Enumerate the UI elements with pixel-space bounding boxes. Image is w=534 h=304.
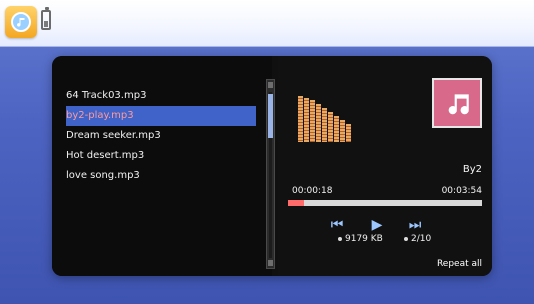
bullet-icon — [338, 236, 342, 241]
playlist-item[interactable]: love song.mp3 — [66, 166, 256, 186]
file-size-value: 9179 KB — [345, 234, 383, 244]
scroll-thumb[interactable] — [268, 94, 273, 138]
top-bar — [0, 0, 534, 47]
equalizer-bar — [334, 116, 339, 142]
artist-label: By2 — [462, 164, 482, 175]
progress-bar[interactable] — [288, 200, 482, 206]
equalizer-bar — [310, 100, 315, 142]
playlist-item[interactable]: 64 Track03.mp3 — [66, 86, 256, 106]
equalizer-bar — [340, 120, 345, 142]
album-art — [432, 78, 482, 128]
playlist-item[interactable]: Hot desert.mp3 — [66, 146, 256, 166]
next-track-icon: ⏭ — [408, 217, 422, 233]
total-time: 00:03:54 — [441, 186, 482, 196]
scroll-down-icon[interactable] — [268, 260, 273, 266]
scroll-up-icon[interactable] — [268, 82, 273, 88]
file-size: 9179 KB — [338, 234, 383, 244]
playlist-pane: 64 Track03.mp3 by2-play.mp3 Dream seeker… — [52, 56, 275, 276]
progress-fill — [288, 200, 304, 206]
equalizer-bar — [316, 104, 321, 142]
equalizer-bar — [328, 112, 333, 142]
equalizer-bar — [322, 108, 327, 142]
elapsed-time: 00:00:18 — [292, 186, 333, 196]
equalizer-bar — [346, 124, 351, 142]
repeat-mode-label[interactable]: Repeat all — [437, 259, 482, 269]
track-index: 2/10 — [404, 234, 431, 244]
playback-controls: ⏮ ▶ ⏭ — [328, 216, 468, 234]
now-playing-pane: By2 00:00:18 00:03:54 ⏮ ▶ ⏭ 9179 KB 2/10… — [278, 56, 492, 276]
track-index-value: 2/10 — [411, 234, 432, 244]
bullet-icon — [404, 236, 408, 241]
previous-track-icon: ⏮ — [330, 217, 344, 233]
music-note-icon — [11, 12, 31, 32]
playlist-scrollbar[interactable] — [266, 79, 275, 269]
music-player-panel: 64 Track03.mp3 by2-play.mp3 Dream seeker… — [52, 56, 492, 276]
play-icon: ▶ — [371, 217, 383, 233]
equalizer-visualizer — [298, 92, 358, 142]
playlist-item[interactable]: Dream seeker.mp3 — [66, 126, 256, 146]
playlist: 64 Track03.mp3 by2-play.mp3 Dream seeker… — [66, 86, 256, 186]
music-app-icon[interactable] — [5, 6, 37, 38]
equalizer-bar — [298, 96, 303, 142]
music-note-icon — [448, 94, 469, 115]
play-button[interactable]: ▶ — [368, 216, 386, 234]
playlist-item-selected[interactable]: by2-play.mp3 — [66, 106, 256, 126]
next-track-button[interactable]: ⏭ — [406, 216, 424, 234]
previous-track-button[interactable]: ⏮ — [328, 216, 346, 234]
battery-icon — [36, 6, 56, 38]
equalizer-bar — [304, 98, 309, 142]
